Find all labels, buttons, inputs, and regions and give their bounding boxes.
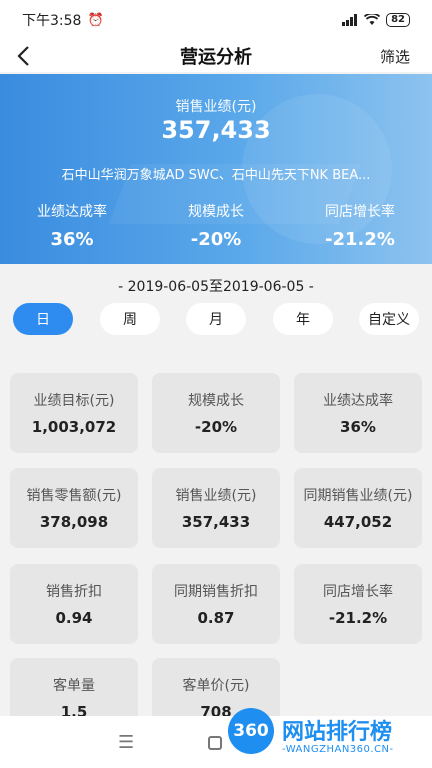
metric-card: 同期销售业绩(元) 447,052	[294, 468, 422, 548]
stat-label: 同店增长率	[325, 204, 395, 220]
page-title: 营运分析	[180, 47, 252, 68]
metric-label: 同期销售业绩(元)	[303, 488, 413, 504]
stat-same-store-growth: 同店增长率 -21.2%	[288, 201, 432, 250]
metric-card: 销售折扣 0.94	[10, 564, 138, 644]
watermark-url: -WANGZHAN360.CN-	[282, 744, 394, 755]
stat-value: -21.2%	[325, 229, 395, 250]
home-icon[interactable]	[208, 736, 222, 750]
metric-value: 36%	[340, 418, 376, 436]
site-watermark: 360 网站排行榜 -WANGZHAN360.CN-	[224, 696, 432, 768]
stat-value: -20%	[190, 229, 242, 250]
stat-scale-growth: 规模成长 -20%	[144, 201, 288, 250]
sales-summary-banner: 销售业绩(元) 357,433 石中山华润万象城AD SWC、石中山先天下NK …	[0, 74, 432, 264]
period-week-button[interactable]: 周	[100, 303, 160, 335]
watermark-logo: 360	[228, 708, 274, 754]
metric-label: 客单量	[53, 678, 95, 694]
wifi-icon	[364, 14, 381, 25]
signal-icon	[342, 14, 358, 26]
filter-button[interactable]: 筛选	[380, 46, 410, 67]
stat-value: 36%	[50, 229, 94, 250]
metric-card: 同期销售折扣 0.87	[152, 564, 280, 644]
metric-card: 同店增长率 -21.2%	[294, 564, 422, 644]
metric-label: 销售折扣	[46, 584, 102, 600]
metric-label: 同店增长率	[323, 584, 393, 600]
status-time: 下午3:58	[22, 13, 82, 29]
watermark-name: 网站排行榜	[282, 720, 393, 745]
metric-label: 客单价(元)	[182, 678, 250, 694]
status-bar: 下午3:58 ⏰ 82	[0, 0, 432, 40]
metric-label: 同期销售折扣	[174, 584, 258, 600]
metric-value: -20%	[194, 418, 238, 436]
metric-value: 357,433	[181, 513, 251, 531]
period-year-button[interactable]: 年	[273, 303, 333, 335]
sales-value: 357,433	[161, 116, 271, 144]
period-custom-button[interactable]: 自定义	[359, 303, 419, 335]
alarm-icon: ⏰	[87, 12, 104, 28]
metric-label: 业绩目标(元)	[33, 393, 115, 409]
store-list[interactable]: 石中山华润万象城AD SWC、石中山先天下NK BEA...	[24, 164, 408, 183]
metric-label: 业绩达成率	[323, 393, 393, 409]
metric-value: 0.94	[55, 609, 93, 627]
stat-achievement-rate: 业绩达成率 36%	[0, 201, 144, 250]
metric-value: -21.2%	[328, 609, 388, 627]
status-icons: 82	[342, 13, 410, 27]
metric-value: 1,003,072	[31, 418, 117, 436]
metric-card: 业绩达成率 36%	[294, 373, 422, 453]
back-arrow-icon	[17, 46, 29, 66]
nav-bar: 营运分析 筛选	[0, 40, 432, 72]
metric-label: 规模成长	[188, 393, 244, 409]
battery-icon: 82	[386, 13, 410, 27]
metric-card: 销售业绩(元) 357,433	[152, 468, 280, 548]
metric-card: 规模成长 -20%	[152, 373, 280, 453]
stat-label: 规模成长	[188, 204, 244, 220]
sales-label: 销售业绩(元)	[175, 99, 257, 115]
metric-card: 销售零售额(元) 378,098	[10, 468, 138, 548]
metric-card: 业绩目标(元) 1,003,072	[10, 373, 138, 453]
metric-value: 447,052	[323, 513, 393, 531]
menu-icon[interactable]: ☰	[118, 732, 134, 753]
metric-value: 378,098	[39, 513, 109, 531]
metric-label: 销售零售额(元)	[26, 488, 122, 504]
date-range[interactable]: - 2019-06-05至2019-06-05 -	[0, 276, 432, 296]
period-selector: 日 周 月 年 自定义	[0, 303, 432, 335]
stat-label: 业绩达成率	[37, 204, 107, 220]
metric-label: 销售业绩(元)	[175, 488, 257, 504]
metric-value: 0.87	[197, 609, 235, 627]
period-month-button[interactable]: 月	[186, 303, 246, 335]
period-day-button[interactable]: 日	[13, 303, 73, 335]
back-button[interactable]	[8, 40, 38, 72]
